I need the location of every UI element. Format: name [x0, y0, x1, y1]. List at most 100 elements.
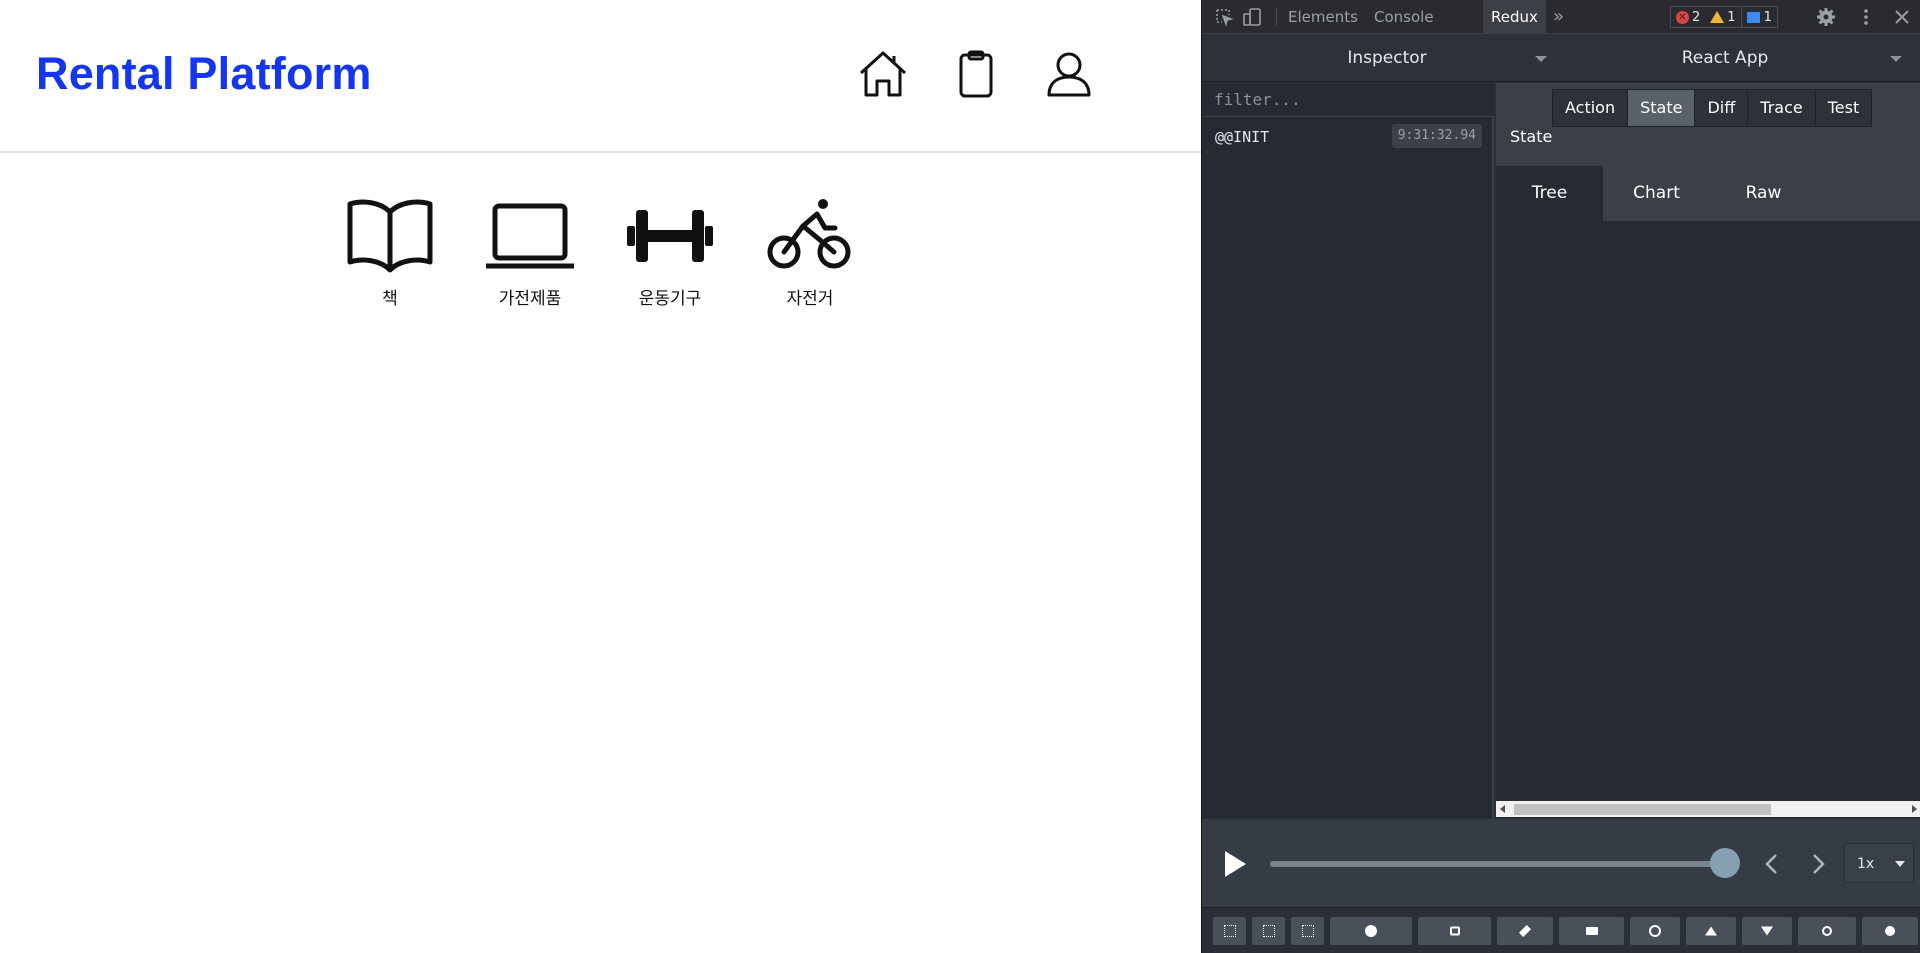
- toggle-left-monitor-button[interactable]: [1213, 917, 1246, 945]
- layout-left-icon: [1223, 925, 1236, 937]
- devtools-toolbar: Elements Console Redux » ✕ 2 1 1: [1202, 0, 1920, 34]
- upload-icon: [1705, 926, 1717, 936]
- more-tabs-icon[interactable]: »: [1545, 0, 1572, 34]
- clipboard-icon[interactable]: [950, 48, 1002, 100]
- device-toolbar-icon[interactable]: [1242, 7, 1262, 27]
- keyboard-icon: [1585, 927, 1598, 935]
- import-button[interactable]: [1742, 917, 1792, 945]
- warning-badge: 1: [1705, 6, 1740, 28]
- monitor-select-label: Inspector: [1347, 48, 1427, 68]
- laptop-icon: [486, 203, 574, 269]
- inspect-element-icon[interactable]: [1214, 7, 1234, 27]
- redux-monitor-selector-bar: Inspector React App: [1202, 34, 1920, 82]
- gear-icon: [1885, 926, 1895, 936]
- play-icon[interactable]: [1222, 849, 1248, 879]
- toggle-bottom-monitor-button[interactable]: [1291, 917, 1324, 945]
- monitor-select[interactable]: Inspector: [1202, 34, 1572, 82]
- tab-chart[interactable]: Chart: [1603, 166, 1710, 221]
- book-icon: [347, 199, 433, 273]
- error-icon: ✕: [1676, 10, 1689, 24]
- category-fitness[interactable]: 운동기구: [620, 196, 720, 309]
- view-tabs: Tree Chart Raw: [1496, 166, 1920, 221]
- category-label: 운동기구: [638, 289, 702, 309]
- category-label: 자전거: [786, 289, 834, 309]
- action-timestamp: 9:31:32.94: [1391, 124, 1482, 148]
- tab-raw[interactable]: Raw: [1710, 166, 1817, 221]
- speed-value: 1x: [1857, 856, 1875, 872]
- playback-speed-select[interactable]: 1x: [1844, 843, 1914, 883]
- state-inspector-pane: Action State Diff Trace Test State Tree …: [1496, 83, 1920, 818]
- dumbbell-icon: [627, 210, 713, 262]
- lock-changes-button[interactable]: [1418, 917, 1491, 945]
- remote-button[interactable]: [1798, 917, 1856, 945]
- scrollbar-thumb[interactable]: [1514, 804, 1771, 815]
- user-icon[interactable]: [1043, 48, 1095, 100]
- app-page: Rental Platform 책 가전제품 운동기구 자전거: [0, 0, 1201, 953]
- brand-title[interactable]: Rental Platform: [36, 48, 372, 100]
- home-icon[interactable]: [857, 48, 909, 100]
- scroll-right-icon[interactable]: [1912, 805, 1917, 813]
- message-count: 1: [1763, 9, 1772, 25]
- tab-diff[interactable]: Diff: [1695, 89, 1749, 127]
- warning-icon: [1710, 11, 1725, 23]
- inspector-header: Action State Diff Trace Test State: [1496, 83, 1920, 166]
- issue-badges[interactable]: ✕ 2 1 1: [1670, 6, 1778, 28]
- export-button[interactable]: [1686, 917, 1736, 945]
- inspector-tabs: Action State Diff Trace Test: [1552, 89, 1873, 127]
- settings-gear-icon[interactable]: [1816, 7, 1836, 27]
- tab-state[interactable]: State: [1628, 89, 1696, 127]
- devtools-panel: Elements Console Redux » ✕ 2 1 1 Inspect…: [1201, 0, 1920, 953]
- chevron-down-icon[interactable]: [1890, 56, 1902, 62]
- settings-button[interactable]: [1862, 917, 1918, 945]
- timer-off-icon: [1649, 925, 1661, 937]
- category-book[interactable]: 책: [340, 196, 440, 309]
- category-bicycle[interactable]: 자전거: [760, 196, 860, 309]
- tab-tree[interactable]: Tree: [1496, 166, 1603, 221]
- action-list-pane: @@INIT 9:31:32.94: [1202, 83, 1494, 818]
- state-title: State: [1510, 127, 1553, 146]
- horizontal-scrollbar[interactable]: [1496, 801, 1920, 817]
- warning-count: 1: [1727, 9, 1736, 25]
- chevron-down-icon[interactable]: [1535, 56, 1547, 62]
- pin-icon: [1518, 924, 1532, 938]
- action-name: @@INIT: [1215, 128, 1270, 146]
- devtools-button-bar: [1202, 907, 1920, 953]
- bicycle-icon: [767, 199, 851, 269]
- pause-recording-button[interactable]: [1330, 917, 1412, 945]
- layout-bottom-icon: [1301, 925, 1314, 937]
- slider-track[interactable]: [1270, 861, 1725, 867]
- category-label: 가전제품: [498, 289, 562, 309]
- site-header: Rental Platform: [0, 0, 1201, 153]
- message-badge: 1: [1740, 6, 1777, 28]
- instance-select-label: React App: [1681, 48, 1769, 68]
- more-options-icon[interactable]: [1856, 7, 1876, 27]
- instance-select[interactable]: React App: [1572, 34, 1878, 82]
- slider-handle[interactable]: [1710, 848, 1740, 878]
- layout-right-icon: [1262, 925, 1275, 937]
- shortcuts-button[interactable]: [1559, 917, 1624, 945]
- time-travel-slider-bar: 1x: [1202, 819, 1920, 907]
- close-icon[interactable]: [1892, 7, 1912, 27]
- chevron-left-icon[interactable]: [1757, 849, 1787, 879]
- tab-action[interactable]: Action: [1552, 89, 1629, 127]
- action-list-item[interactable]: @@INIT 9:31:32.94: [1202, 118, 1492, 154]
- tab-redux[interactable]: Redux: [1483, 0, 1546, 34]
- toggle-right-monitor-button[interactable]: [1252, 917, 1285, 945]
- chevron-down-icon: [1895, 861, 1905, 867]
- persist-button[interactable]: [1630, 917, 1680, 945]
- message-icon: [1746, 11, 1760, 23]
- tab-trace[interactable]: Trace: [1748, 89, 1816, 127]
- scroll-left-icon[interactable]: [1500, 805, 1505, 813]
- chevron-right-icon[interactable]: [1803, 849, 1833, 879]
- category-label: 책: [382, 289, 398, 309]
- pin-instance-button[interactable]: [1497, 917, 1553, 945]
- toolbar-divider: [1276, 8, 1277, 26]
- tab-elements[interactable]: Elements: [1280, 0, 1366, 34]
- tab-console[interactable]: Console: [1366, 0, 1442, 34]
- tab-test[interactable]: Test: [1815, 89, 1873, 127]
- pause-icon: [1365, 925, 1377, 937]
- category-appliances[interactable]: 가전제품: [480, 196, 580, 309]
- error-badge: ✕ 2: [1671, 6, 1705, 28]
- error-count: 2: [1692, 9, 1701, 25]
- filter-input[interactable]: [1202, 83, 1494, 117]
